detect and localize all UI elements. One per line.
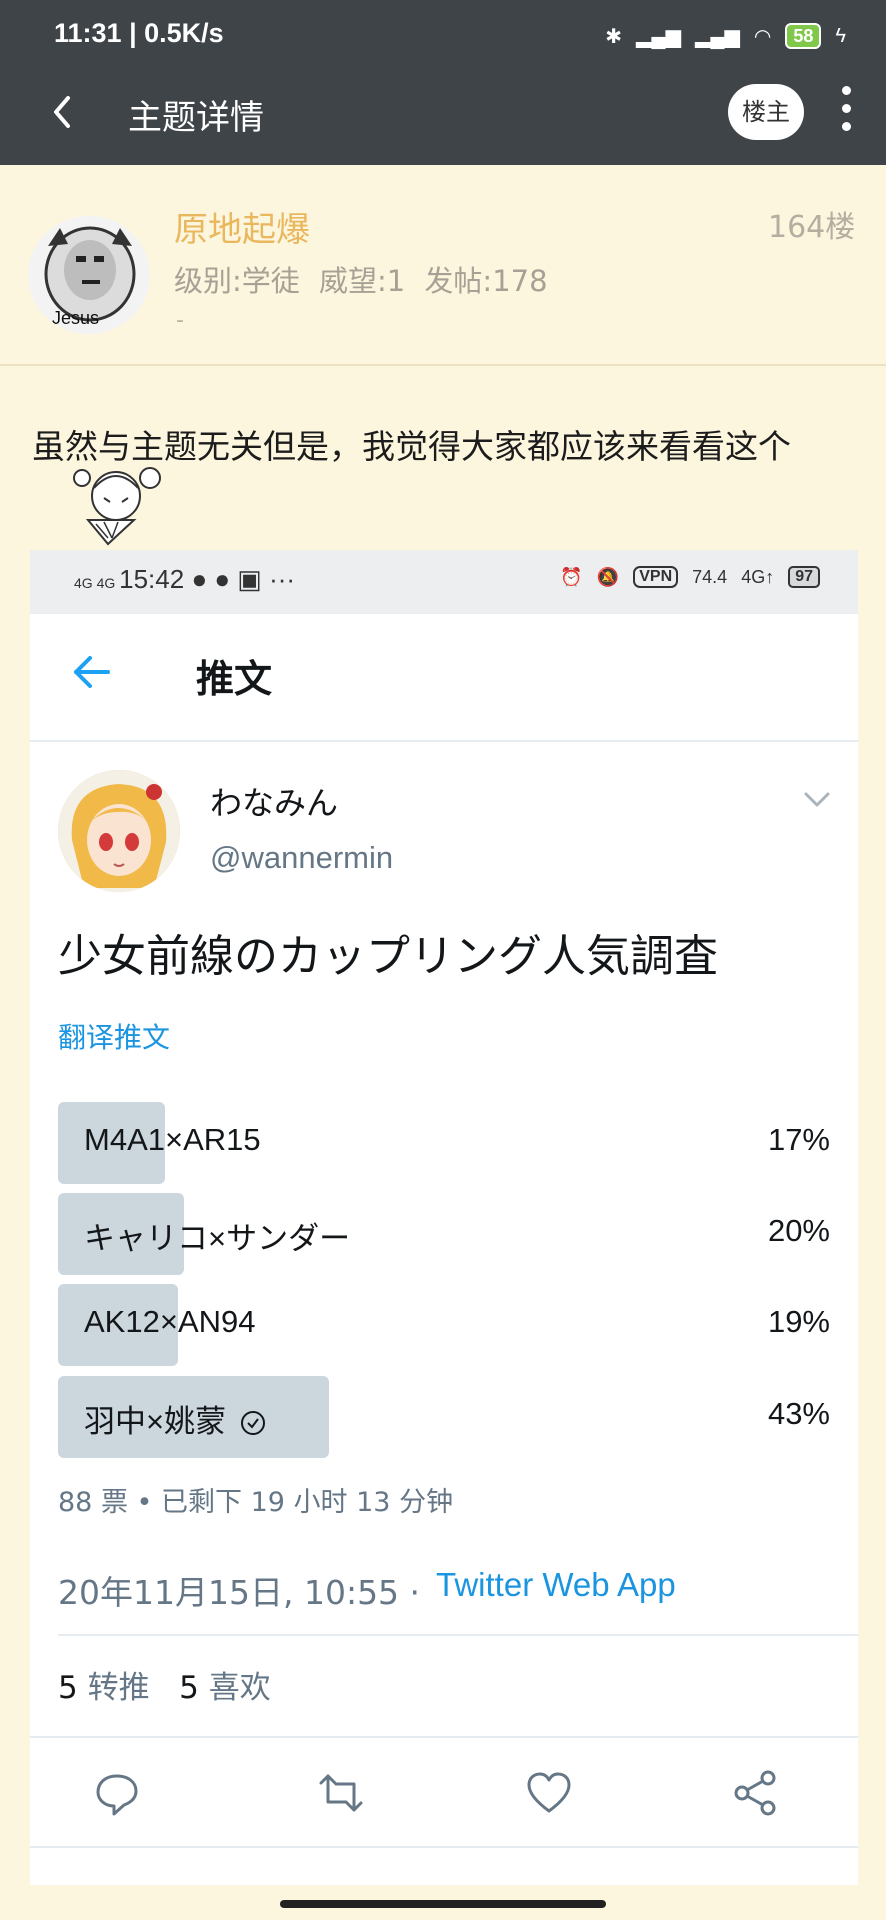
back-arrow-icon xyxy=(54,96,70,128)
tweet-author-avatar[interactable] xyxy=(58,770,180,892)
user-signature: - xyxy=(176,308,184,333)
poll-meta: 88 票 • 已剩下 19 小时 13 分钟 xyxy=(58,1487,454,1518)
tweet-counts: 5 转推 5 喜欢 xyxy=(58,1662,271,1707)
tweet-page-title: 推文 xyxy=(196,657,273,701)
back-button[interactable] xyxy=(46,90,86,134)
home-indicator[interactable] xyxy=(280,1900,606,1908)
tweet-author-handle[interactable]: @wannermin xyxy=(210,840,393,876)
poll-option-label: AK12×AN94 xyxy=(84,1304,256,1339)
mute-icon: 🔕 xyxy=(596,566,620,587)
wifi-icon: ◠ xyxy=(753,25,772,48)
embedded-screenshot[interactable]: 4G 4G 15:42 ● ● ▣ ··· ⏰ 🔕 VPN 74.4 4G↑ 9… xyxy=(30,550,858,1885)
network-icon: 4G 4G xyxy=(74,575,120,591)
app-toolbar: 11:31 | 0.5K/s ✱ ▂▄▆ ▂▄▆ ◠ 58 ϟ 主题详情 楼主 xyxy=(0,0,886,165)
poll-option: キャリコ×サンダー 20% xyxy=(58,1193,830,1275)
status-time: 11:31 | 0.5K/s xyxy=(54,18,224,48)
poll-option-label: キャリコ×サンダー xyxy=(84,1221,351,1256)
vpn-badge: VPN xyxy=(633,566,679,588)
poll-option-label: 羽中×姚蒙 xyxy=(84,1404,227,1439)
reply-icon[interactable] xyxy=(92,1768,142,1818)
poll-option: 羽中×姚蒙 43% xyxy=(58,1376,830,1458)
retweet-count[interactable]: 5 xyxy=(58,1670,78,1706)
divider xyxy=(30,1736,858,1738)
signal-icon-2: ▂▄▆ xyxy=(694,25,740,48)
check-circle-icon xyxy=(241,1411,266,1435)
poll-option: M4A1×AR15 17% xyxy=(58,1102,830,1184)
poll-option-percent: 20% xyxy=(767,1213,830,1248)
back-arrow-icon[interactable] xyxy=(70,650,114,694)
poll-option-percent: 43% xyxy=(767,1396,830,1431)
divider xyxy=(0,364,886,366)
translate-tweet-link[interactable]: 翻译推文 xyxy=(58,1016,170,1056)
tweet-source-link[interactable]: Twitter Web App xyxy=(436,1566,676,1604)
screenshot-status-bar: 4G 4G 15:42 ● ● ▣ ··· ⏰ 🔕 VPN 74.4 4G↑ 9… xyxy=(30,550,858,614)
like-count[interactable]: 5 xyxy=(179,1670,199,1706)
like-heart-icon[interactable] xyxy=(524,1768,574,1818)
divider xyxy=(30,740,858,742)
tweet-text: 少女前線のカップリング人気調査 xyxy=(58,931,718,982)
divider xyxy=(58,1634,858,1636)
share-icon[interactable] xyxy=(730,1768,780,1818)
alarm-icon: ⏰ xyxy=(560,566,583,587)
tweet-timestamp: 20年11月15日, 10:55 · xyxy=(58,1573,421,1612)
user-avatar[interactable]: Jesus xyxy=(28,216,150,334)
retweet-icon[interactable] xyxy=(316,1768,366,1818)
floor-number: 164楼 xyxy=(768,210,856,245)
bluetooth-icon: ✱ xyxy=(605,25,623,48)
anime-avatar-image xyxy=(58,770,180,892)
signal-icon: ▂▄▆ xyxy=(636,25,681,48)
poll-option-label: M4A1×AR15 xyxy=(84,1122,261,1157)
retweet-label: 转推 xyxy=(87,1670,150,1706)
screenshot-time: 15:42 xyxy=(119,564,185,594)
like-label: 喜欢 xyxy=(208,1670,271,1706)
poll-option: AK12×AN94 19% xyxy=(58,1284,830,1366)
status-icons: ✱ ▂▄▆ ▂▄▆ ◠ 58 ϟ xyxy=(605,20,846,52)
divider xyxy=(30,1846,858,1848)
battery-icon: 58 xyxy=(785,23,822,49)
poll-option-percent: 19% xyxy=(767,1304,830,1339)
anime-sticker-emoji xyxy=(68,458,168,548)
more-menu-button[interactable] xyxy=(836,86,856,138)
battery-icon: 97 xyxy=(788,566,820,588)
network-speed: 74.4 xyxy=(692,566,728,587)
post-username[interactable]: 原地起爆 xyxy=(174,202,310,251)
signal-icon: 4G↑ xyxy=(741,566,775,587)
tweet-author-name[interactable]: わなみん xyxy=(210,778,338,824)
page-title: 主题详情 xyxy=(128,98,264,138)
op-only-button[interactable]: 楼主 xyxy=(728,84,804,140)
charging-icon: ϟ xyxy=(835,24,846,47)
notification-icons: ● ● ▣ ··· xyxy=(191,564,296,594)
poll-option-percent: 17% xyxy=(767,1122,830,1157)
user-stats: 级别:学徒 威望:1 发帖:178 xyxy=(174,264,548,298)
avatar-caption: Jesus xyxy=(52,308,100,328)
chevron-down-icon[interactable] xyxy=(802,790,832,810)
